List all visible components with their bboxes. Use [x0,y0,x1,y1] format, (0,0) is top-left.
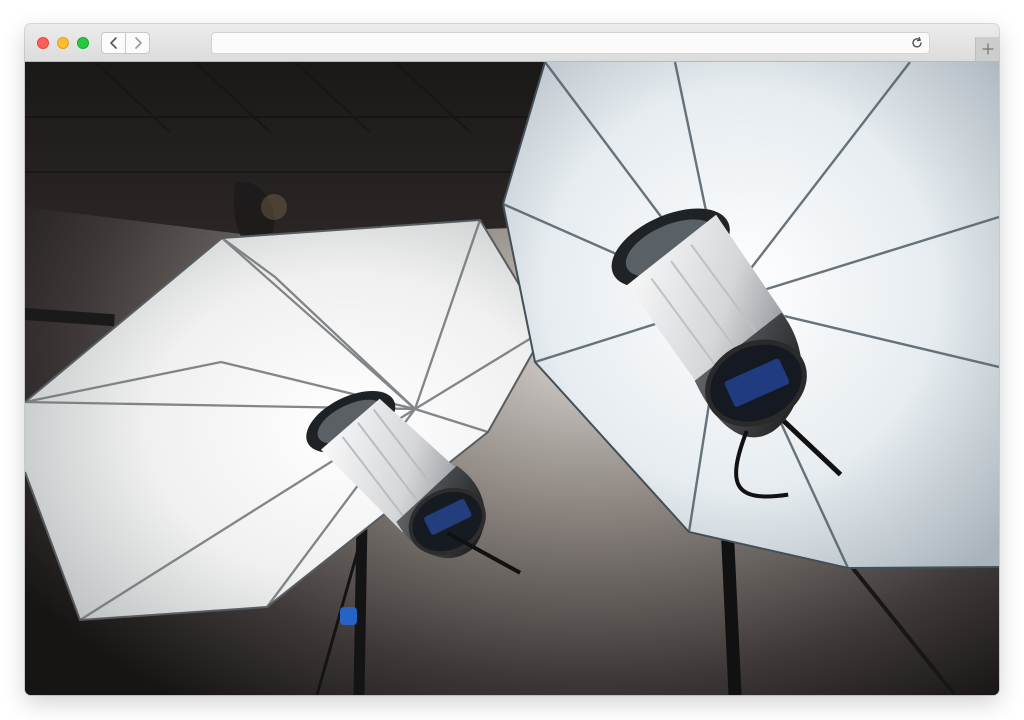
address-bar[interactable] [211,32,930,54]
address-text[interactable] [222,36,882,52]
zoom-window-button[interactable] [77,37,89,49]
back-button[interactable] [101,32,126,54]
close-window-button[interactable] [37,37,49,49]
new-tab-button[interactable] [975,37,999,61]
studio-lights-photo [25,62,999,695]
chevron-left-icon [109,37,117,49]
reload-button[interactable] [909,35,925,51]
chevron-right-icon [134,37,142,49]
reload-icon [912,37,922,48]
plus-icon [981,43,994,55]
browser-window [25,24,999,695]
forward-button[interactable] [125,32,150,54]
browser-toolbar [25,24,999,62]
minimize-window-button[interactable] [57,37,69,49]
page-viewport [25,62,999,695]
